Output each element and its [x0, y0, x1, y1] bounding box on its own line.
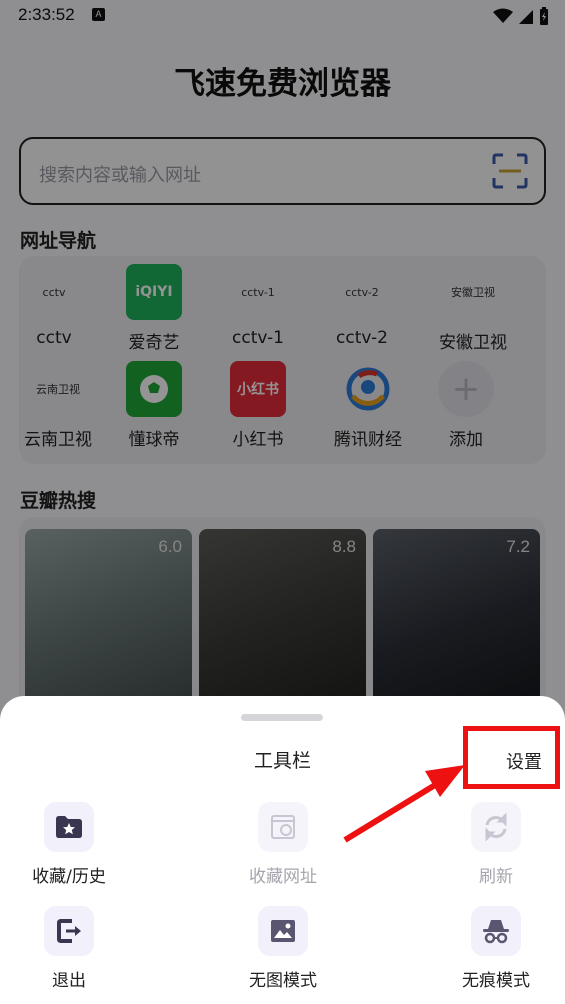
exit-icon: [44, 906, 94, 956]
tool-label: 无图模式: [249, 971, 317, 991]
tool-label: 无痕模式: [462, 971, 530, 991]
image-icon: [258, 906, 308, 956]
refresh-icon: [471, 802, 521, 852]
tool-label: 刷新: [479, 867, 513, 887]
tool-label: 退出: [52, 971, 86, 991]
settings-button[interactable]: 设置: [506, 748, 542, 774]
incognito-icon: [471, 906, 521, 956]
tool-label: 收藏/历史: [32, 867, 106, 887]
bookmark-url-button[interactable]: 收藏网址: [218, 802, 348, 887]
bookmark-page-icon: [258, 802, 308, 852]
no-image-mode-button[interactable]: 无图模式: [218, 906, 348, 991]
tool-label: 收藏网址: [249, 867, 317, 887]
folder-star-icon: [44, 802, 94, 852]
exit-button[interactable]: 退出: [4, 906, 134, 991]
favorites-history-button[interactable]: 收藏/历史: [4, 802, 134, 887]
drag-handle[interactable]: [241, 714, 323, 721]
toolbar-sheet: 工具栏 设置 收藏/历史 收藏网址 刷新 退出 无图模式 无痕模式: [0, 696, 565, 1004]
incognito-mode-button[interactable]: 无痕模式: [431, 906, 561, 991]
refresh-button[interactable]: 刷新: [431, 802, 561, 887]
